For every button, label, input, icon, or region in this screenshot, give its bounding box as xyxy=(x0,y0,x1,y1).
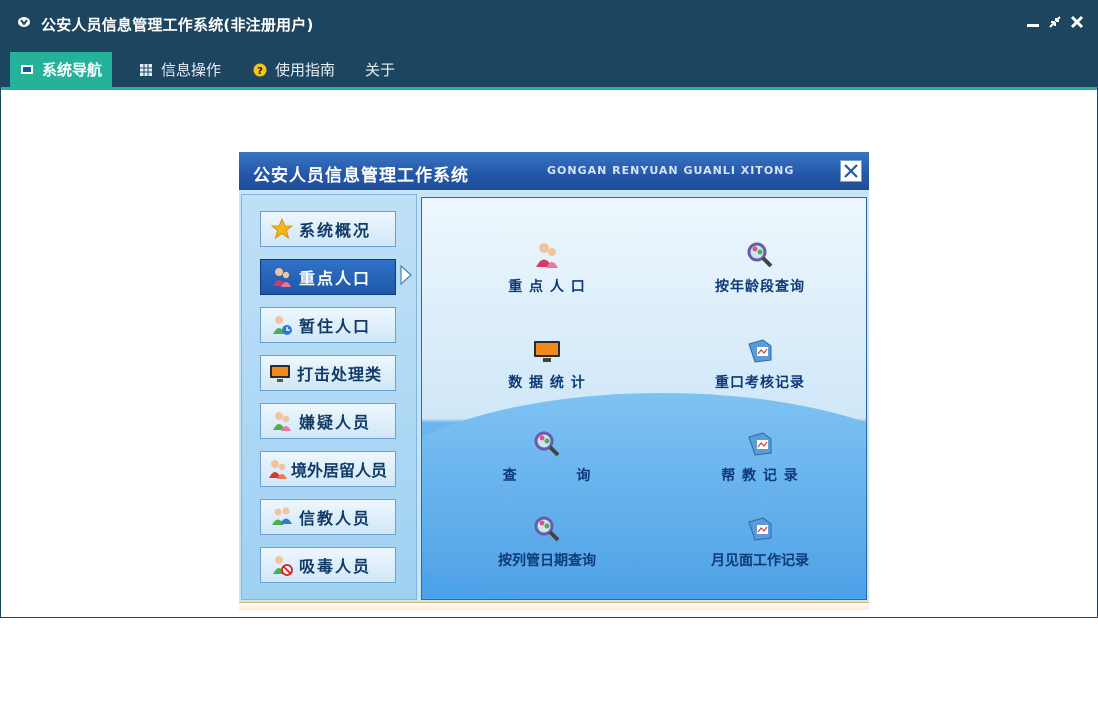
window-title: 公安人员信息管理工作系统(非注册用户) xyxy=(41,16,314,34)
users-block-icon xyxy=(273,556,293,576)
nav-drug-users[interactable]: 吸毒人员 xyxy=(260,547,396,583)
panel-title: 公安人员信息管理工作系统 xyxy=(253,166,469,186)
help-icon: ? xyxy=(253,63,267,77)
func-query-by-age[interactable]: 按年龄段查询 xyxy=(680,240,840,296)
users-icon xyxy=(273,412,291,431)
star-icon xyxy=(271,218,293,239)
nav-label: 吸毒人员 xyxy=(299,557,372,576)
search-icon xyxy=(534,516,560,542)
nav-label: 打击处理类 xyxy=(297,365,383,384)
func-monthly-meeting-records[interactable]: 月见面工作记录 xyxy=(680,514,840,570)
nav-system-overview[interactable]: 系统概况 xyxy=(260,211,396,247)
monitor-icon xyxy=(534,341,560,362)
users-icon xyxy=(536,243,558,268)
nav-temp-population[interactable]: 暂住人口 xyxy=(260,307,396,343)
panel-close-button[interactable] xyxy=(840,160,862,182)
users-icon xyxy=(273,268,291,287)
search-icon xyxy=(534,431,560,457)
document-icon xyxy=(748,517,772,541)
nav-key-population[interactable]: 重点人口 xyxy=(260,259,396,295)
nav-label: 境外居留人员 xyxy=(291,461,388,480)
menu-guide[interactable]: ? 使用指南 xyxy=(253,52,335,87)
window-controls xyxy=(1025,14,1085,30)
panel-header: 公安人员信息管理工作系统 GONGAN RENYUAN GUANLI XITON… xyxy=(239,152,869,190)
menu-about[interactable]: 关于 xyxy=(365,52,395,87)
nav-label: 系统概况 xyxy=(299,221,372,240)
menu-label: 信息操作 xyxy=(161,61,222,79)
svg-text:?: ? xyxy=(257,66,263,77)
nav-crackdown[interactable]: 打击处理类 xyxy=(260,355,396,391)
menu-info-ops[interactable]: 信息操作 xyxy=(139,52,221,87)
nav-column: 系统概况 重点人口 暂住人口 打击处理类 嫌疑人员 境外居留人员 信教人员 吸毒… xyxy=(241,194,417,600)
func-label: 查 询 xyxy=(502,468,592,484)
monitor-icon xyxy=(21,64,33,74)
nav-religious[interactable]: 信教人员 xyxy=(260,499,396,535)
restore-icon[interactable] xyxy=(1047,14,1063,30)
func-label: 按年龄段查询 xyxy=(715,279,805,295)
app-logo-icon xyxy=(18,17,30,27)
func-query[interactable]: 查 询 xyxy=(467,429,627,485)
nav-suspects[interactable]: 嫌疑人员 xyxy=(260,403,396,439)
nav-overseas-residents[interactable]: 境外居留人员 xyxy=(260,451,396,487)
close-icon xyxy=(844,164,858,178)
document-icon xyxy=(748,339,772,363)
menu-label: 关于 xyxy=(365,61,396,79)
func-help-education-records[interactable]: 帮 教 记 录 xyxy=(680,429,840,485)
function-panel: 重 点 人 口 按年龄段查询 数 据 统 计 重口考核记录 查 询 帮 教 记 … xyxy=(421,197,867,600)
users-icon xyxy=(272,507,292,525)
func-label: 帮 教 记 录 xyxy=(721,468,799,484)
monitor-icon xyxy=(270,365,290,382)
func-label: 按列管日期查询 xyxy=(498,553,596,569)
nav-label: 嫌疑人员 xyxy=(299,413,372,432)
nav-label: 重点人口 xyxy=(299,269,372,288)
func-key-population[interactable]: 重 点 人 口 xyxy=(467,240,627,296)
func-label: 数 据 统 计 xyxy=(508,375,586,391)
active-indicator-icon xyxy=(400,264,412,286)
title-bar: 公安人员信息管理工作系统(非注册用户) xyxy=(1,1,1097,45)
func-label: 重口考核记录 xyxy=(715,375,805,391)
func-query-by-date[interactable]: 按列管日期查询 xyxy=(467,514,627,570)
grid-icon xyxy=(140,63,152,76)
menu-label: 系统导航 xyxy=(42,61,103,79)
menu-label: 使用指南 xyxy=(275,61,336,79)
panel-footer xyxy=(239,602,869,610)
close-icon[interactable] xyxy=(1069,14,1085,30)
nav-label: 暂住人口 xyxy=(299,317,372,336)
panel-subtitle: GONGAN RENYUAN GUANLI XITONG xyxy=(547,164,795,177)
func-assessment-records[interactable]: 重口考核记录 xyxy=(680,336,840,392)
menu-bar: 系统导航 信息操作 ? 使用指南 关于 xyxy=(1,45,1097,90)
document-icon xyxy=(748,432,772,456)
system-panel: 公安人员信息管理工作系统 GONGAN RENYUAN GUANLI XITON… xyxy=(239,152,869,610)
users-icon xyxy=(269,460,287,479)
users-clock-icon xyxy=(273,316,292,335)
func-label: 月见面工作记录 xyxy=(711,553,809,569)
search-icon xyxy=(747,242,773,268)
minimize-icon[interactable] xyxy=(1025,14,1041,30)
func-label: 重 点 人 口 xyxy=(508,279,586,295)
menu-system-nav[interactable]: 系统导航 xyxy=(10,52,113,87)
func-statistics[interactable]: 数 据 统 计 xyxy=(467,336,627,392)
nav-label: 信教人员 xyxy=(299,509,372,528)
